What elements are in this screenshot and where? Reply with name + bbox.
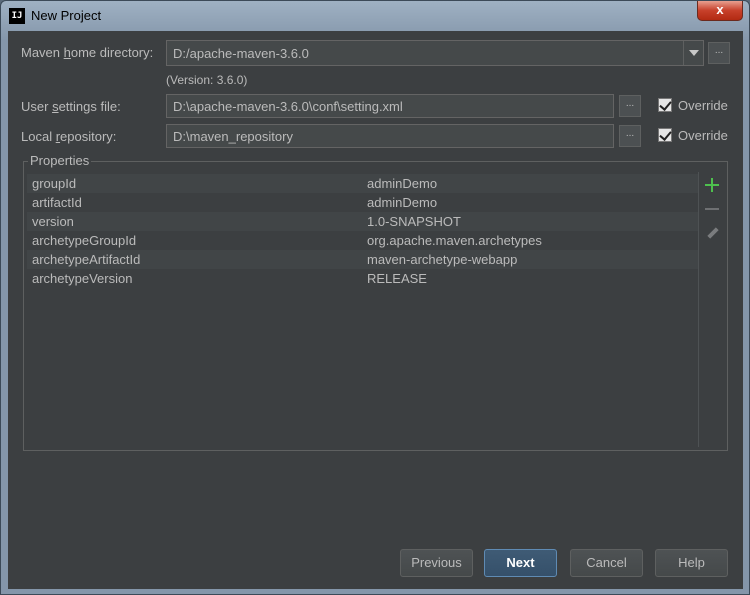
user-settings-label: User settings file: — [21, 99, 121, 114]
local-repository-label: Local repository: — [21, 129, 117, 144]
maven-version-text: (Version: 3.6.0) — [166, 73, 248, 87]
minus-icon[interactable] — [704, 201, 720, 217]
property-key: version — [32, 214, 74, 229]
chevron-down-icon[interactable] — [683, 41, 703, 65]
previous-button[interactable]: Previous — [400, 549, 473, 577]
property-value: maven-archetype-webapp — [367, 252, 518, 267]
maven-home-combobox[interactable]: D:/apache-maven-3.6.0 — [166, 40, 704, 66]
property-key: archetypeArtifactId — [32, 252, 141, 267]
table-row[interactable]: archetypeGroupId org.apache.maven.archet… — [27, 231, 698, 250]
property-value: org.apache.maven.archetypes — [367, 233, 542, 248]
property-key: archetypeVersion — [32, 271, 133, 286]
maven-home-label: Maven home directory: — [21, 45, 154, 60]
property-value: adminDemo — [367, 176, 438, 191]
property-value: adminDemo — [367, 195, 438, 210]
title-bar[interactable]: IJ New Project x — [1, 1, 749, 31]
user-settings-browse-button[interactable]: ... — [619, 95, 641, 117]
table-row[interactable]: groupId adminDemo — [27, 174, 698, 193]
table-row[interactable]: artifactId adminDemo — [27, 193, 698, 212]
local-repository-override-checkbox[interactable] — [658, 128, 672, 142]
local-repository-field[interactable]: D:\maven_repository — [166, 124, 614, 148]
user-settings-field[interactable]: D:\apache-maven-3.6.0\conf\setting.xml — [166, 94, 614, 118]
next-button[interactable]: Next — [484, 549, 557, 577]
table-row[interactable]: archetypeArtifactId maven-archetype-weba… — [27, 250, 698, 269]
help-button[interactable]: Help — [655, 549, 728, 577]
dialog-content: Maven home directory: D:/apache-maven-3.… — [8, 31, 743, 589]
local-repository-override-label[interactable]: Override — [678, 128, 728, 143]
property-value: RELEASE — [367, 271, 427, 286]
property-value: 1.0-SNAPSHOT — [367, 214, 461, 229]
window-title: New Project — [31, 8, 102, 23]
new-project-window: IJ New Project x Maven home directory: D… — [0, 0, 750, 595]
maven-home-value: D:/apache-maven-3.6.0 — [173, 46, 309, 61]
cancel-button[interactable]: Cancel — [570, 549, 643, 577]
plus-icon[interactable] — [704, 177, 720, 193]
property-key: archetypeGroupId — [32, 233, 137, 248]
table-row[interactable]: version 1.0-SNAPSHOT — [27, 212, 698, 231]
properties-toolbar — [698, 172, 724, 447]
pencil-icon[interactable] — [704, 225, 720, 241]
user-settings-override-label[interactable]: Override — [678, 98, 728, 113]
property-key: artifactId — [32, 195, 82, 210]
property-key: groupId — [32, 176, 77, 191]
maven-home-browse-button[interactable]: ... — [708, 42, 730, 64]
close-button[interactable]: x — [697, 1, 743, 21]
properties-table[interactable]: groupId adminDemo artifactId adminDemo v… — [27, 172, 698, 447]
properties-title: Properties — [28, 153, 92, 168]
table-row[interactable]: archetypeVersion RELEASE — [27, 269, 698, 288]
intellij-app-icon: IJ — [9, 8, 25, 24]
local-repository-browse-button[interactable]: ... — [619, 125, 641, 147]
user-settings-override-checkbox[interactable] — [658, 98, 672, 112]
